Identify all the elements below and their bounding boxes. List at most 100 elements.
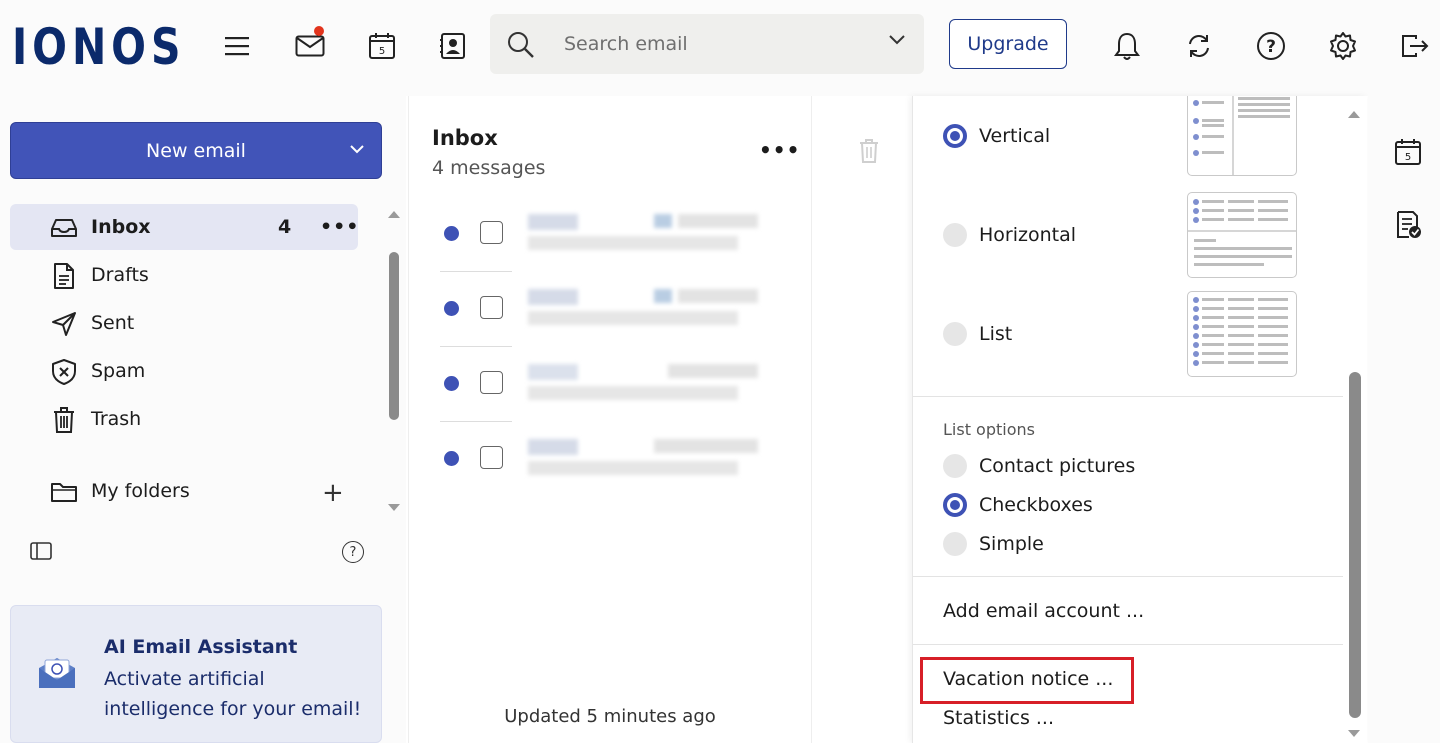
message-checkbox[interactable] — [480, 446, 503, 469]
unread-dot — [444, 376, 459, 391]
ai-assistant-card[interactable]: AI Email Assistant Activate artificial i… — [10, 605, 382, 743]
list-option-simple[interactable]: Simple — [943, 532, 1044, 556]
notification-dot — [314, 26, 324, 36]
list-item[interactable] — [440, 273, 780, 347]
list-item[interactable] — [440, 423, 780, 497]
message-preview-blurred — [528, 431, 768, 489]
contacts-icon — [440, 33, 465, 59]
sidebar-item-label: Trash — [91, 408, 142, 430]
svg-text:5: 5 — [1405, 152, 1411, 163]
radio-button[interactable] — [943, 322, 967, 346]
unread-dot — [444, 226, 459, 241]
sidebar-scrollbar[interactable] — [389, 252, 399, 420]
list-option-contact-pictures[interactable]: Contact pictures — [943, 454, 1135, 478]
bell-icon[interactable] — [1107, 26, 1147, 66]
message-checkbox[interactable] — [480, 296, 503, 319]
shield-icon — [50, 358, 78, 386]
message-preview-blurred — [528, 281, 768, 339]
unread-count: 4 — [278, 216, 292, 238]
option-label: List — [979, 323, 1013, 345]
scroll-down-arrow-icon[interactable] — [386, 502, 402, 514]
highlight-annotation — [920, 657, 1134, 704]
chevron-down-icon[interactable] — [888, 34, 906, 46]
list-item[interactable] — [440, 198, 780, 272]
scroll-up-arrow-icon[interactable] — [1346, 108, 1362, 120]
statistics-link[interactable]: Statistics ... — [943, 707, 1054, 729]
add-folder-button[interactable]: + — [322, 478, 344, 508]
message-checkbox[interactable] — [480, 221, 503, 244]
option-label: Checkboxes — [979, 494, 1093, 516]
scroll-down-arrow-icon[interactable] — [1346, 728, 1362, 740]
vertical-layout-preview[interactable] — [1187, 96, 1297, 176]
list-more-button[interactable]: ••• — [759, 138, 800, 162]
view-settings-dropdown: Vertical Horizontal List List options Co… — [912, 96, 1367, 743]
calendar-icon[interactable]: 5 — [1394, 138, 1422, 166]
list-title: Inbox — [432, 126, 498, 150]
sidebar-item-trash[interactable]: Trash — [10, 396, 358, 442]
chevron-down-icon[interactable] — [349, 143, 365, 155]
logout-icon[interactable] — [1395, 26, 1435, 66]
sidebar-item-label: Sent — [91, 312, 135, 334]
option-label: Vertical — [979, 125, 1051, 147]
sidebar-item-spam[interactable]: Spam — [10, 348, 358, 394]
search-bar — [490, 14, 924, 74]
new-email-button[interactable]: New email — [10, 122, 382, 179]
mail-button[interactable] — [290, 26, 330, 66]
search-input[interactable] — [564, 28, 864, 60]
folder-more-button[interactable]: ••• — [320, 216, 359, 238]
tasks-icon[interactable] — [1395, 210, 1423, 240]
ionos-logo[interactable]: IONOS — [12, 18, 185, 76]
help-icon[interactable]: ? — [342, 541, 364, 563]
message-checkbox[interactable] — [480, 371, 503, 394]
send-icon — [50, 310, 78, 338]
list-options-heading: List options — [943, 420, 1035, 439]
new-email-label: New email — [146, 139, 246, 162]
panel-scrollbar[interactable] — [1349, 372, 1361, 718]
help-icon[interactable]: ? — [1251, 26, 1291, 66]
layout-option-horizontal[interactable]: Horizontal — [943, 223, 1076, 247]
ai-mail-icon — [39, 658, 75, 688]
layout-option-list[interactable]: List — [943, 322, 1012, 346]
scroll-up-arrow-icon[interactable] — [386, 208, 402, 220]
section-divider — [913, 644, 1343, 645]
trash-icon[interactable] — [858, 138, 880, 164]
search-icon[interactable] — [506, 30, 536, 60]
list-item[interactable] — [440, 348, 780, 422]
horizontal-layout-preview[interactable] — [1187, 192, 1297, 278]
trash-icon — [50, 406, 78, 434]
top-bar: IONOS 5 Upgrade ? — [0, 0, 1440, 96]
last-updated-status: Updated 5 minutes ago — [504, 706, 716, 727]
sidebar-item-label: Inbox — [91, 216, 151, 238]
upgrade-button[interactable]: Upgrade — [949, 19, 1067, 69]
sidebar-item-my-folders[interactable]: My folders — [10, 468, 358, 514]
list-layout-preview[interactable] — [1187, 291, 1297, 377]
add-email-account-link[interactable]: Add email account ... — [943, 600, 1144, 622]
radio-button[interactable] — [943, 124, 967, 148]
inbox-icon — [50, 214, 78, 242]
list-option-checkboxes[interactable]: Checkboxes — [943, 493, 1093, 517]
calendar-button[interactable]: 5 — [362, 26, 402, 66]
menu-icon[interactable] — [217, 26, 257, 66]
sidebar-item-label: My folders — [91, 480, 190, 502]
gear-icon[interactable] — [1323, 26, 1363, 66]
sidebar: New email Inbox 4 ••• Drafts Sent Spam T… — [0, 96, 406, 743]
radio-button[interactable] — [943, 223, 967, 247]
radio-button[interactable] — [943, 493, 967, 517]
row-divider — [440, 346, 512, 347]
sidebar-item-inbox[interactable]: Inbox 4 ••• — [10, 204, 358, 250]
right-rail — [1368, 96, 1440, 743]
contacts-button[interactable] — [433, 26, 473, 66]
sidebar-toggle-icon[interactable] — [30, 542, 52, 560]
sidebar-item-drafts[interactable]: Drafts — [10, 252, 358, 298]
radio-button[interactable] — [943, 454, 967, 478]
layout-option-vertical[interactable]: Vertical — [943, 124, 1050, 148]
calendar-icon: 5 — [369, 33, 395, 59]
reading-pane — [814, 96, 912, 743]
unread-dot — [444, 451, 459, 466]
option-label: Horizontal — [979, 224, 1077, 246]
sidebar-item-label: Drafts — [91, 264, 149, 286]
sidebar-item-sent[interactable]: Sent — [10, 300, 358, 346]
section-divider — [913, 576, 1343, 577]
sync-icon[interactable] — [1179, 26, 1219, 66]
radio-button[interactable] — [943, 532, 967, 556]
